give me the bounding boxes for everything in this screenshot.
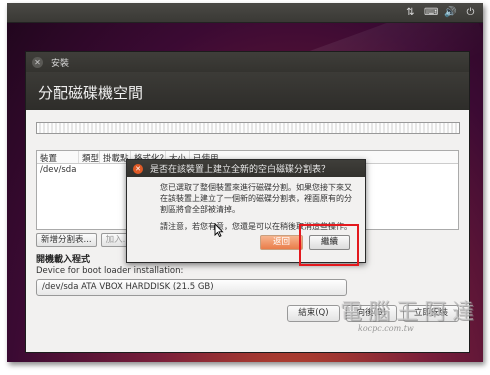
- dialog-close-icon[interactable]: ✕: [133, 163, 143, 174]
- dialog-titlebar: ✕ 是否在該裝置上建立全新的空白磁碟分割表？: [127, 160, 365, 177]
- keyboard-icon[interactable]: ⌨: [424, 6, 438, 19]
- dialog-title: 是否在該裝置上建立全新的空白磁碟分割表？: [150, 165, 331, 175]
- new-partition-table-button[interactable]: 新增分割表...: [36, 233, 97, 247]
- partition-bar: [36, 122, 460, 134]
- window-title: 安裝: [51, 58, 70, 69]
- bootloader-heading: 開機載入程式: [36, 255, 91, 265]
- continue-highlight-box: [299, 224, 359, 266]
- column-header-type[interactable]: 類型: [79, 151, 100, 164]
- mouse-cursor-icon: [214, 223, 224, 237]
- network-arrows-icon[interactable]: ⇅: [404, 6, 417, 19]
- column-header-device[interactable]: 裝置: [37, 151, 79, 164]
- watermark-url: kocpc.com.tw: [358, 324, 414, 333]
- bootloader-device-select[interactable]: /dev/sda ATA VBOX HARDDISK (21.5 GB): [36, 279, 347, 296]
- watermark-logo: 電腦王阿達: [340, 300, 481, 325]
- power-icon[interactable]: ⏻: [464, 6, 477, 19]
- quit-button[interactable]: 結束(Q): [287, 305, 340, 322]
- partition-buttons: 新增分割表... 加入...: [36, 233, 136, 247]
- dialog-message: 您已選取了整個裝置來進行磁碟分割。如果您接下來又在該裝置上建立了一個新的磁碟分割…: [160, 183, 352, 214]
- system-tray: ⇅ ⌨ 🔊 ⏻: [404, 6, 477, 19]
- bootloader-device-label: Device for boot loader installation:: [36, 266, 184, 276]
- page-header: 分配磁碟機空間: [26, 72, 469, 110]
- window-titlebar: ✕ 安裝: [26, 52, 469, 72]
- top-panel: ⇅ ⌨ 🔊 ⏻: [7, 3, 483, 23]
- watermark: 電腦王阿達 kocpc.com.tw: [340, 294, 486, 344]
- close-icon[interactable]: ✕: [32, 56, 43, 68]
- dialog-back-button[interactable]: 返回: [260, 235, 304, 250]
- page-title: 分配磁碟機空間: [38, 84, 144, 102]
- device-cell: /dev/sda: [40, 165, 77, 175]
- volume-icon[interactable]: 🔊: [444, 6, 457, 19]
